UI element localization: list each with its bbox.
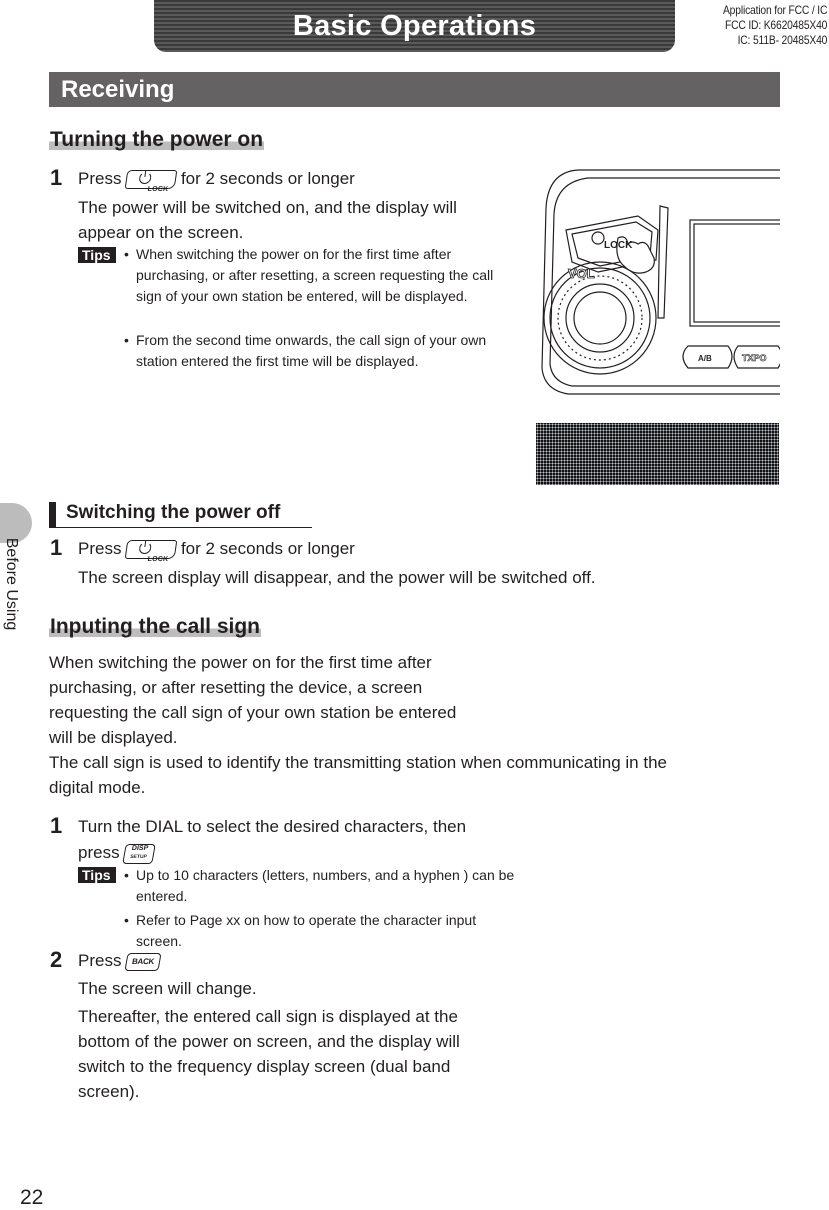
step-line: Press LOCK for 2 seconds or longer (78, 166, 355, 193)
bullet: • (124, 912, 129, 928)
press-word: press (78, 843, 120, 862)
tips-badge-wrap: Tips (78, 867, 116, 885)
fcc-line: IC: 511B- 20485X40 (737, 33, 827, 47)
lcd-screen-image (536, 423, 779, 485)
tips-badge: Tips (78, 867, 116, 883)
call-sign-heading-wrap: Inputing the call sign (49, 614, 261, 640)
step-number: 1 (50, 813, 63, 838)
step-instruction: for 2 seconds or longer (180, 169, 355, 188)
call-sign-intro: When switching the power on for the firs… (49, 650, 667, 800)
press-word: Press (78, 539, 122, 558)
illus-txpo-label: TXPO (742, 353, 767, 363)
press-word: Press (78, 951, 122, 970)
step-line: press DISP SETUP (78, 840, 157, 865)
bullet: • (124, 867, 129, 883)
back-key-icon: BACK (124, 952, 162, 971)
step-instruction: for 2 seconds or longer (180, 539, 355, 558)
tip-text: From the second time onwards, the call s… (136, 332, 487, 369)
page-number: 22 (20, 1186, 44, 1209)
section-bar: Receiving (49, 72, 780, 107)
fcc-line: Application for FCC / IC (722, 3, 827, 17)
intro-line: purchasing, or after resetting the devic… (49, 678, 423, 697)
key-label: SETUP (129, 853, 148, 860)
chapter-tab-label: Before Using (3, 537, 20, 631)
step-description: The power will be switched on, and the d… (78, 198, 457, 242)
step-line: Press BACK (78, 948, 162, 973)
key-label: DISP (131, 844, 150, 852)
fcc-id-block: Application for FCC / IC FCC ID: K662048… (723, 3, 827, 48)
tip-text: When switching the power on for the firs… (136, 246, 494, 304)
tips-badge: Tips (78, 247, 116, 263)
step-description: The screen display will disappear, and t… (78, 568, 596, 587)
disp-setup-key-icon: DISP SETUP (122, 843, 157, 864)
power-off-heading: Switching the power off (66, 502, 281, 523)
section-title: Receiving (61, 76, 175, 103)
tip-item: • From the second time onwards, the call… (124, 330, 496, 372)
step-text: Turn the DIAL to select the desired char… (78, 817, 467, 836)
intro-line: will be displayed. (49, 728, 178, 747)
intro-line: requesting the call sign of your own sta… (49, 703, 457, 722)
tip-text: Up to 10 characters (letters, numbers, a… (136, 867, 515, 904)
power-on-heading: Turning the power on (49, 127, 265, 153)
heading-marker (49, 502, 56, 528)
tips-badge-wrap: Tips (78, 247, 116, 265)
call-sign-heading: Inputing the call sign (49, 614, 261, 640)
radio-front-panel-illustration: LOCK VOL A/B TXPO (541, 169, 780, 395)
illus-vol-label: VOL (568, 266, 595, 281)
page-header-tab: Basic Operations (154, 0, 675, 52)
power-lock-key-icon: LOCK (124, 170, 178, 193)
tip-item: • When switching the power on for the fi… (124, 244, 496, 307)
press-word: Press (78, 169, 122, 188)
power-lock-key-icon: LOCK (124, 540, 178, 563)
intro-line: When switching the power on for the firs… (49, 653, 432, 672)
bullet: • (124, 332, 129, 348)
bullet: • (124, 246, 129, 262)
step-line: Press LOCK for 2 seconds or longer (78, 536, 355, 563)
key-label: BACK (131, 956, 156, 966)
step-number: 1 (50, 535, 63, 560)
step-number: 2 (50, 947, 63, 972)
illus-ab-label: A/B (698, 354, 712, 363)
step-description: The screen will change. (78, 979, 257, 998)
fcc-line: FCC ID: K6620485X40 (724, 18, 827, 32)
tip-item: • Up to 10 characters (letters, numbers,… (124, 865, 516, 907)
step-description: Thereafter, the entered call sign is dis… (78, 1007, 460, 1101)
power-off-heading-box: Switching the power off (49, 502, 312, 528)
page-header-title: Basic Operations (292, 9, 537, 42)
tip-item: • Refer to Page xx on how to operate the… (124, 910, 520, 952)
intro-line: digital mode. (49, 778, 146, 797)
illus-lock-label: LOCK (604, 240, 633, 251)
power-on-heading-wrap: Turning the power on (49, 127, 265, 153)
step-number: 1 (50, 165, 63, 190)
tip-text: Refer to Page xx on how to operate the c… (136, 912, 477, 949)
intro-line: The call sign is used to identify the tr… (49, 753, 667, 772)
